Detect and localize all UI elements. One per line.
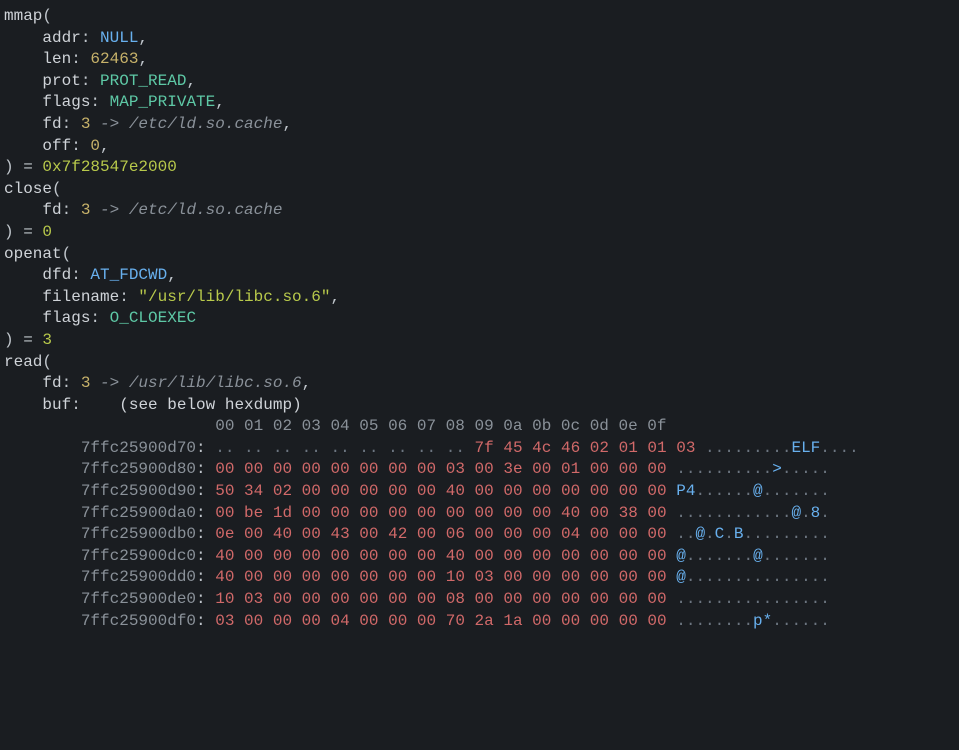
terminal-output: mmap( addr: NULL, len: 62463, prot: PROT… [0,0,959,638]
